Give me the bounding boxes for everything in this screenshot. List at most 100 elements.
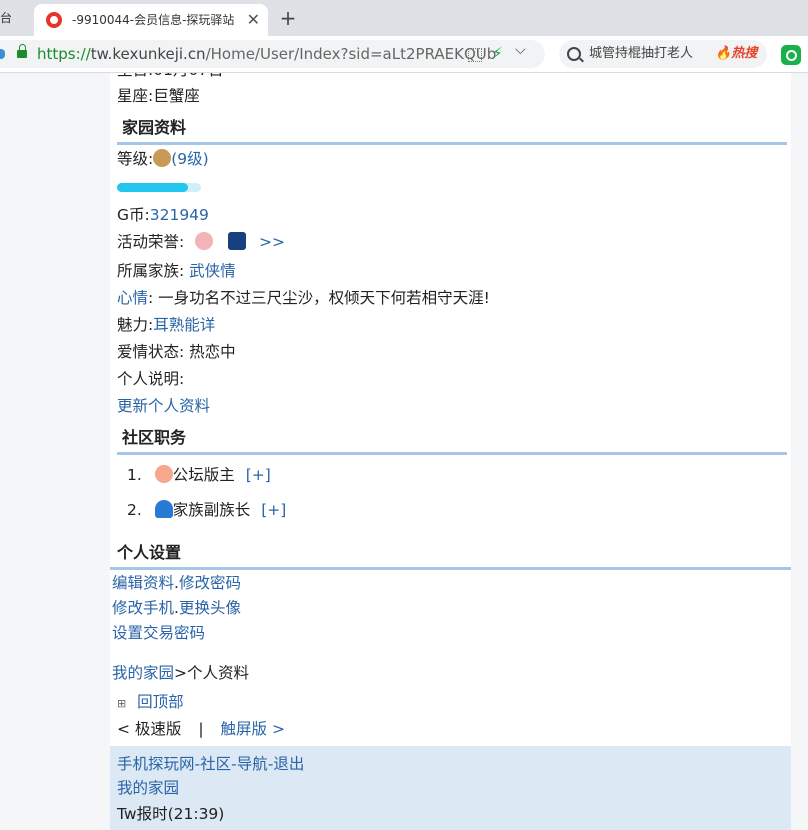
family-label: 所属家族: <box>117 262 185 280</box>
role-item: 2. 家族副族长 [+] <box>127 499 286 521</box>
content-column: 生日:01月07日 星座:巨蟹座 家园资料 等级:(9级) G币:321949 … <box>110 73 791 830</box>
site-footer: 手机探玩网-社区-导航-退出 我的家园 Tw报时(21:39) <box>110 746 791 830</box>
flame-icon <box>154 500 173 518</box>
community-link[interactable]: 社区 <box>200 755 231 773</box>
update-profile-line: 更新个人资料 <box>117 395 210 417</box>
role-item: 1. 公坛版主 [+] <box>127 464 271 486</box>
site-favicon-icon <box>46 12 62 28</box>
tab-close-icon[interactable]: ✕ <box>247 4 260 36</box>
edit-profile-link[interactable]: 编辑资料 <box>112 574 174 592</box>
home-info-title: 家园资料 <box>122 118 187 137</box>
personal-settings-title: 个人设置 <box>117 543 182 562</box>
back-to-top-link[interactable]: 回顶部 <box>137 693 184 711</box>
new-tab-button[interactable]: + <box>276 4 300 32</box>
touch-version-link[interactable]: 触屏版 > <box>221 720 285 738</box>
role-number: 1. <box>127 466 142 484</box>
breadcrumb-current: >个人资料 <box>174 664 250 682</box>
version-divider: | <box>198 720 204 738</box>
settings-row: 设置交易密码 <box>112 622 205 644</box>
navigation-link[interactable]: 导航 <box>237 755 268 773</box>
address-toolbar: https://tw.kexunkeji.cn/Home/User/Index?… <box>0 36 808 73</box>
honor-flower-icon[interactable] <box>195 232 214 250</box>
community-roles-title: 社区职务 <box>122 428 187 447</box>
settings-row: 编辑资料.修改密码 <box>112 572 241 594</box>
role-add-link[interactable]: [+] <box>261 501 286 519</box>
page-viewport: 生日:01月07日 星座:巨蟹座 家园资料 等级:(9级) G币:321949 … <box>0 73 808 830</box>
mood-text: : 一身功名不过三尺尘沙，权倾天下何若相守天涯! <box>148 289 490 307</box>
change-password-link[interactable]: 修改密码 <box>179 574 241 592</box>
mood-link[interactable]: 心情 <box>117 289 148 307</box>
change-avatar-link[interactable]: 更换头像 <box>179 599 241 617</box>
love-status-value: 热恋中 <box>189 343 236 361</box>
back-top-row: ⊞ 回顶部 <box>117 691 184 715</box>
lock-icon[interactable] <box>17 44 27 58</box>
gcoin-line: G币:321949 <box>117 204 209 226</box>
honor-badge-icon[interactable] <box>228 232 247 250</box>
breadcrumb-home-link[interactable]: 我的家园 <box>112 664 174 682</box>
role-number: 2. <box>127 501 142 519</box>
logout-link[interactable]: 退出 <box>273 755 304 773</box>
honor-label: 活动荣誉: <box>117 233 185 251</box>
charm-value[interactable]: 耳熟能详 <box>153 316 215 334</box>
search-suggestion[interactable]: 城管持棍抽打老人 <box>589 40 693 68</box>
url-text[interactable]: https://tw.kexunkeji.cn/Home/User/Index?… <box>37 40 496 68</box>
role-label: 公坛版主 <box>172 466 235 484</box>
love-status-label: 爱情状态: <box>117 343 185 361</box>
browser-tab-bar: 台 -9910044-会员信息-探玩驿站 ✕ + <box>0 0 808 36</box>
gcoin-label: G币: <box>117 206 150 224</box>
site-home-link[interactable]: 手机探玩网 <box>117 755 195 773</box>
birthday-line: 生日:01月07日 <box>117 73 224 81</box>
url-path: /Home/User/Index?sid=aLt2PRAEKQUb <box>205 45 497 63</box>
change-phone-link[interactable]: 修改手机 <box>112 599 174 617</box>
chevron-down-icon[interactable]: ⌵ <box>515 42 526 58</box>
lightning-icon[interactable]: ⚡ <box>492 44 503 62</box>
section-divider <box>117 452 787 455</box>
love-status-line: 爱情状态: 热恋中 <box>117 341 236 363</box>
constellation-label: 星座: <box>117 87 154 105</box>
time-report: Tw报时(21:39) <box>117 805 225 823</box>
hot-search-badge[interactable]: 🔥热搜 <box>715 40 757 68</box>
my-home-link[interactable]: 我的家园 <box>117 779 179 797</box>
level-line: 等级: (9级) <box>117 148 209 170</box>
url-protocol: https:// <box>37 45 91 63</box>
charm-line: 魅力:耳熟能详 <box>117 314 215 336</box>
level-value[interactable]: (9级) <box>171 150 208 168</box>
level-badge-icon <box>153 149 172 167</box>
back-top-icon: ⊞ <box>117 697 127 710</box>
update-profile-link[interactable]: 更新个人资料 <box>117 397 210 415</box>
version-switch: < 极速版 | 触屏版 > <box>117 718 285 740</box>
level-progress-bar <box>117 183 201 192</box>
page-left-margin <box>0 73 110 830</box>
extension-icon[interactable] <box>781 45 801 65</box>
trade-password-link[interactable]: 设置交易密码 <box>112 624 205 642</box>
browser-search-box[interactable]: 城管持棍抽打老人 🔥热搜 <box>559 40 767 68</box>
honor-more-link[interactable]: >> <box>259 233 285 251</box>
role-add-link[interactable]: [+] <box>246 466 271 484</box>
url-host: tw.kexunkeji.cn <box>90 45 206 63</box>
speed-version-link[interactable]: < 极速版 <box>117 720 181 738</box>
profile-indicator-icon <box>0 49 5 59</box>
role-label: 家族副族长 <box>172 501 251 519</box>
qr-code-icon[interactable] <box>468 48 482 62</box>
family-link[interactable]: 武侠情 <box>189 262 236 280</box>
tab-title: -9910044-会员信息-探玩驿站 <box>72 13 235 27</box>
previous-tab[interactable]: 台 <box>0 0 30 36</box>
level-progress-fill <box>117 183 189 192</box>
hot-search-label: 热搜 <box>731 46 758 61</box>
search-icon <box>567 47 581 61</box>
level-label: 等级: <box>117 150 154 168</box>
page-right-margin <box>791 73 808 830</box>
section-divider <box>117 142 787 145</box>
active-tab[interactable]: -9910044-会员信息-探玩驿站 ✕ <box>34 4 268 36</box>
settings-row: 修改手机.更换头像 <box>112 597 241 619</box>
charm-label: 魅力: <box>117 316 154 334</box>
mood-line: 心情: 一身功名不过三尺尘沙，权倾天下何若相守天涯! <box>117 287 490 309</box>
constellation-value: 巨蟹座 <box>153 87 200 105</box>
description-line: 个人说明: <box>117 370 185 388</box>
footer-nav: 手机探玩网-社区-导航-退出 <box>117 753 304 775</box>
section-divider <box>110 567 791 570</box>
pig-icon <box>154 465 173 483</box>
breadcrumb: 我的家园>个人资料 <box>112 662 249 684</box>
gcoin-value[interactable]: 321949 <box>150 206 209 224</box>
address-bar[interactable]: https://tw.kexunkeji.cn/Home/User/Index?… <box>0 40 545 68</box>
